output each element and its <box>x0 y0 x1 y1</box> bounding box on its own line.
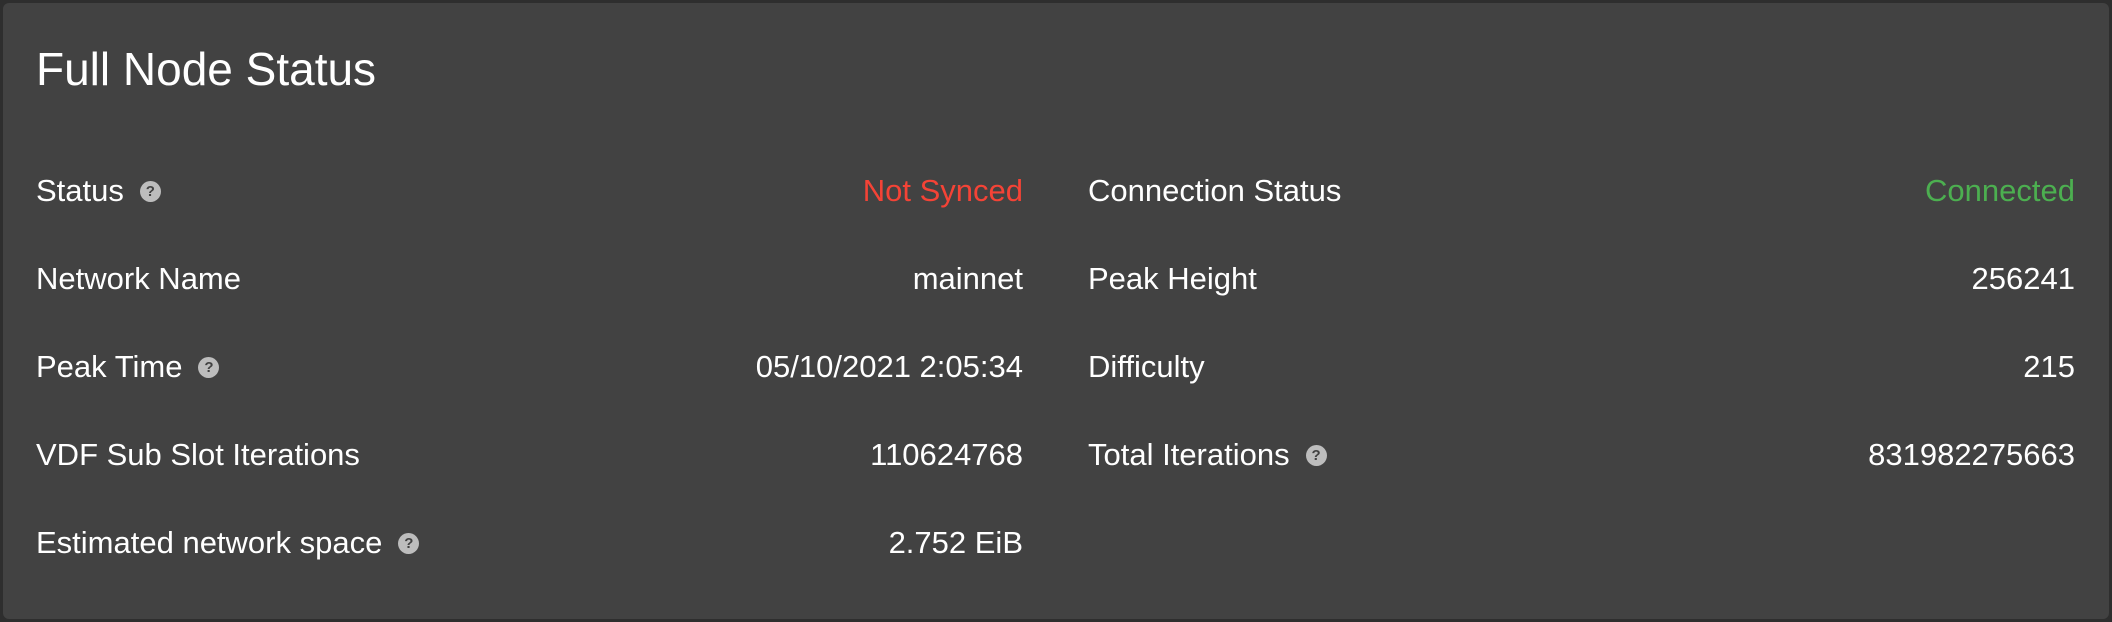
peak-height-value: 256241 <box>1971 261 2075 296</box>
network-name-value: mainnet <box>912 261 1023 296</box>
connection-status-value: Connected <box>1925 173 2075 208</box>
row-label: Peak Time <box>36 349 183 384</box>
row-peak-height: Peak Height 256241 <box>1088 249 2075 309</box>
status-value: Not Synced <box>862 173 1023 208</box>
estimated-network-space-value: 2.752 EiB <box>888 525 1023 560</box>
row-label: Difficulty <box>1088 349 1205 384</box>
row-total-iterations: Total Iterations ? 831982275663 <box>1088 425 2075 485</box>
difficulty-value: 215 <box>2023 349 2075 384</box>
peak-time-value: 05/10/2021 2:05:34 <box>755 349 1023 384</box>
vdf-sub-slot-iterations-value: 110624768 <box>870 437 1023 472</box>
row-network-name: Network Name mainnet <box>36 249 1023 309</box>
row-difficulty: Difficulty 215 <box>1088 337 2075 397</box>
row-connection-status: Connection Status Connected <box>1088 161 2075 221</box>
full-node-status-card: Full Node Status Status ? Not Synced Net… <box>3 3 2109 619</box>
row-label: Estimated network space <box>36 525 383 560</box>
row-label: Peak Height <box>1088 261 1257 296</box>
row-label: VDF Sub Slot Iterations <box>36 437 360 472</box>
total-iterations-value: 831982275663 <box>1868 437 2075 472</box>
row-vdf-sub-slot-iterations: VDF Sub Slot Iterations 110624768 <box>36 425 1023 485</box>
help-circle-icon[interactable]: ? <box>1305 444 1327 466</box>
help-circle-icon[interactable]: ? <box>139 180 161 202</box>
row-status: Status ? Not Synced <box>36 161 1023 221</box>
row-estimated-network-space: Estimated network space ? 2.752 EiB <box>36 513 1023 573</box>
row-label: Network Name <box>36 261 241 296</box>
row-peak-time: Peak Time ? 05/10/2021 2:05:34 <box>36 337 1023 397</box>
row-label: Connection Status <box>1088 173 1342 208</box>
row-label: Status <box>36 173 124 208</box>
row-label: Total Iterations <box>1088 437 1290 472</box>
card-title: Full Node Status <box>36 43 377 95</box>
help-circle-icon[interactable]: ? <box>398 532 420 554</box>
help-circle-icon[interactable]: ? <box>198 356 220 378</box>
